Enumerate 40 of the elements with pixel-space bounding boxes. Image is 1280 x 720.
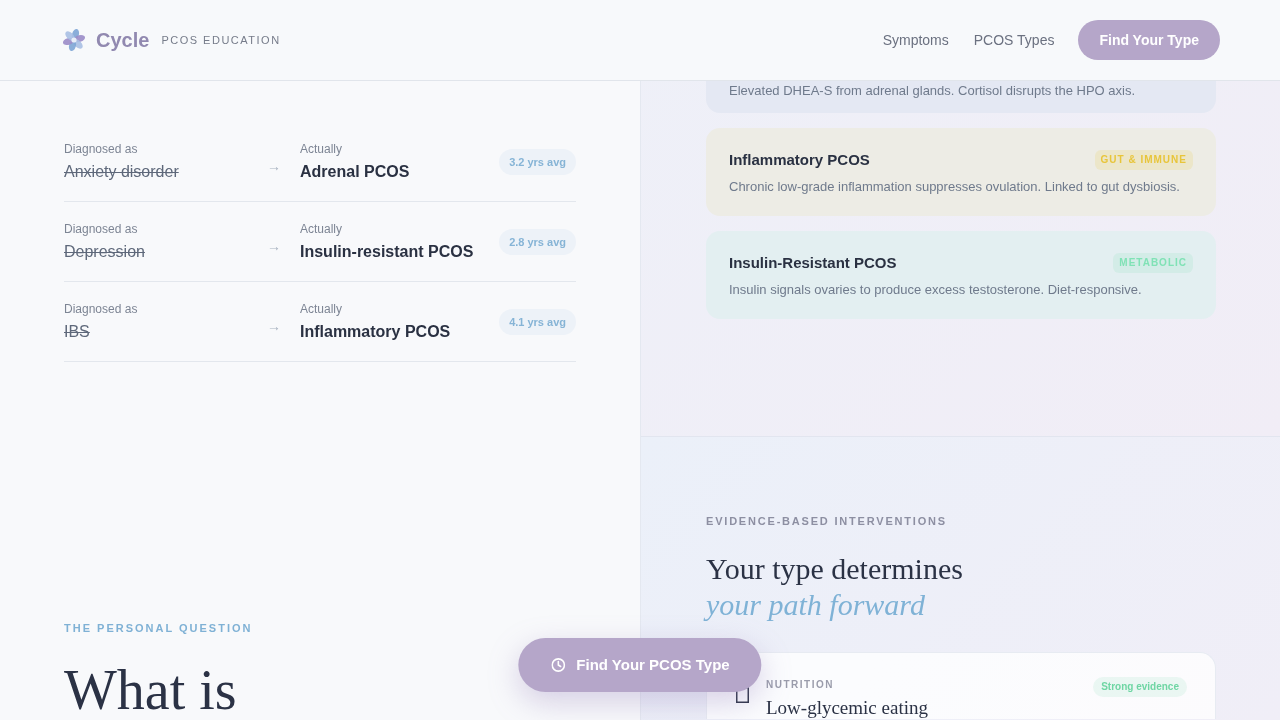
type-description: Elevated DHEA-S from adrenal glands. Cortisol disrupts the HPO axis. (729, 82, 1136, 100)
intervention-title: Low-glycemic eating (766, 697, 928, 719)
evidence-badge: Strong evidence (1093, 677, 1187, 697)
brand-tagline: PCOS EDUCATION (161, 32, 281, 48)
brand-name[interactable]: Cycle (96, 28, 150, 52)
actually-label: Actually (300, 301, 343, 317)
section-eyebrow: THE PERSONAL QUESTION (64, 622, 253, 635)
section-eyebrow: EVIDENCE-BASED INTERVENTIONS (706, 515, 947, 528)
diagnosed-label: Diagnosed as (64, 301, 138, 317)
misdiagnosis-text: Anxiety disorder (64, 162, 179, 182)
actual-type-text: Adrenal PCOS (300, 162, 410, 182)
misdiagnosis-text: Depression (64, 242, 145, 262)
type-description: Insulin signals ovaries to produce excess testosterone. Diet-responsive. (729, 281, 1142, 299)
find-type-button[interactable]: Find Your Type (1078, 20, 1220, 60)
arrow-icon: → (267, 318, 281, 334)
diagnosed-label: Diagnosed as (64, 141, 138, 157)
section-heading: Your type determines (706, 551, 963, 587)
type-tag: GUT & IMMUNE (1094, 150, 1193, 170)
nav-link[interactable]: PCOS Types (973, 29, 1055, 51)
arrow-icon: → (267, 158, 281, 174)
arrow-icon: → (267, 238, 281, 254)
delay-badge: 2.8 yrs avg (499, 229, 576, 255)
delay-badge: 4.1 yrs avg (499, 309, 576, 335)
misdiagnosis-text: IBS (64, 322, 90, 342)
diagnosed-label: Diagnosed as (64, 221, 138, 237)
type-title: Insulin-Resistant PCOS (729, 253, 897, 273)
find-pcos-type-button[interactable]: Find Your PCOS Type (518, 638, 762, 692)
type-title: Inflammatory PCOS (729, 150, 870, 170)
type-tag: METABOLIC (1113, 253, 1193, 273)
flower-logo-icon (62, 28, 86, 52)
actually-label: Actually (300, 141, 343, 157)
type-description: Chronic low-grade inflammation suppresses ovulation. Linked to gut dysbiosis. (729, 178, 1180, 196)
delay-badge: 3.2 yrs avg (499, 149, 576, 175)
actual-type-text: Insulin-resistant PCOS (300, 242, 474, 262)
actual-type-text: Inflammatory PCOS (300, 322, 451, 342)
nav-link[interactable]: Symptoms (882, 29, 949, 51)
category-label: NUTRITION (766, 678, 834, 691)
actually-label: Actually (300, 221, 343, 237)
section-heading: What is (64, 659, 237, 720)
clock-icon (551, 658, 566, 672)
